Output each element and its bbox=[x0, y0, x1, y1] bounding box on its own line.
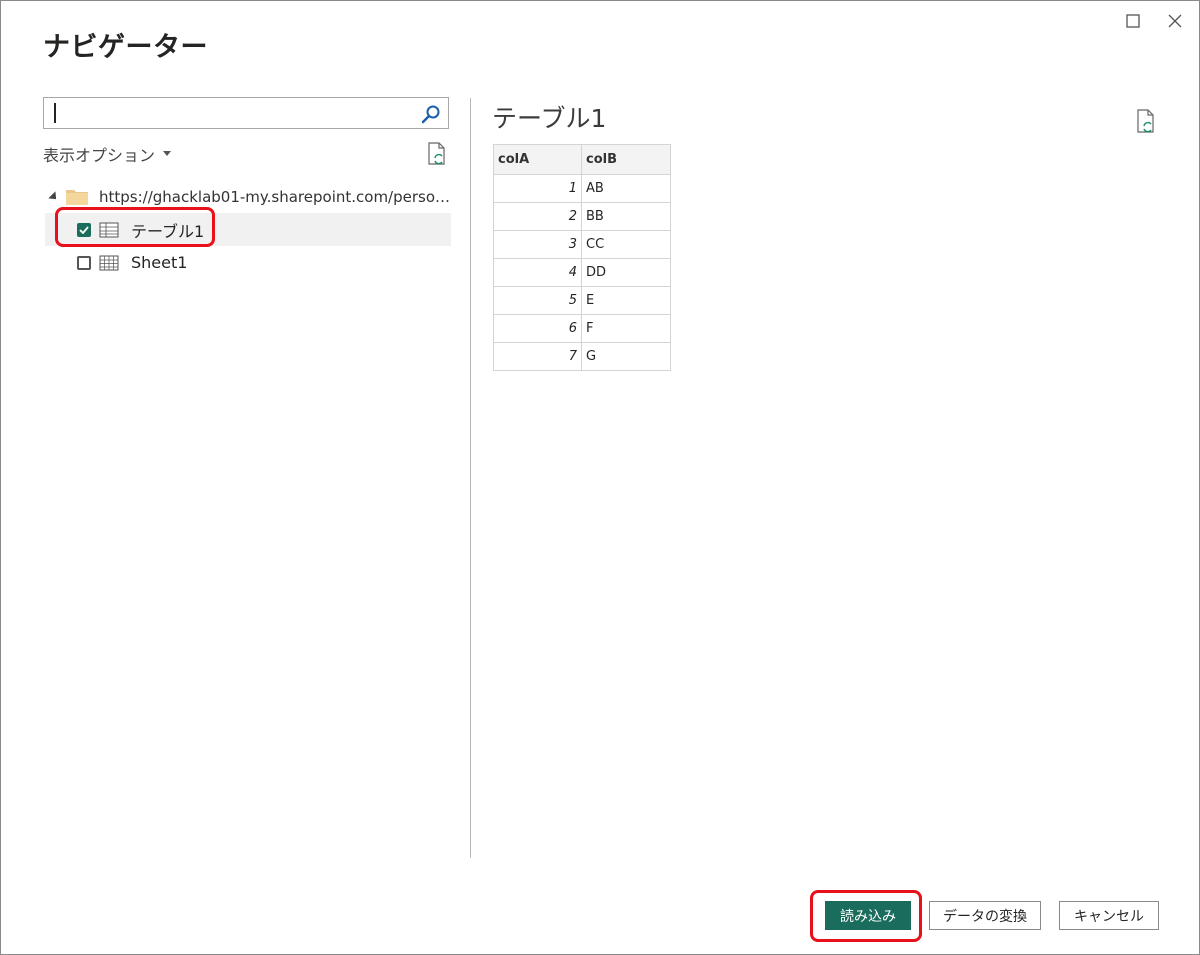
table-row: 1 AB bbox=[493, 174, 671, 203]
table-cell: BB bbox=[581, 202, 671, 231]
table-row: 5E bbox=[493, 286, 671, 315]
table-cell: 4 bbox=[493, 258, 582, 287]
expand-triangle-icon[interactable] bbox=[48, 191, 60, 203]
search-icon[interactable] bbox=[420, 103, 442, 125]
search-input[interactable] bbox=[50, 99, 414, 129]
chevron-down-icon bbox=[163, 151, 172, 156]
navigator-tree: https://ghacklab01-my.sharepoint.com/per… bbox=[45, 181, 451, 279]
checkmark-icon bbox=[79, 225, 89, 234]
folder-icon bbox=[66, 190, 88, 205]
table-header-row: colA colB bbox=[493, 144, 671, 175]
search-box[interactable] bbox=[43, 97, 449, 129]
table-cell: 5 bbox=[493, 286, 582, 315]
table-cell: F bbox=[581, 314, 671, 343]
table-cell: 1 bbox=[493, 174, 582, 203]
table-cell: 6 bbox=[493, 314, 582, 343]
cancel-button[interactable]: キャンセル bbox=[1059, 901, 1159, 930]
column-header: colB bbox=[581, 144, 671, 175]
load-button[interactable]: 読み込み bbox=[825, 901, 911, 930]
table-cell: 2 bbox=[493, 202, 582, 231]
column-header: colA bbox=[493, 144, 582, 175]
table-row: 6F bbox=[493, 314, 671, 343]
table-cell: CC bbox=[581, 230, 671, 259]
window-controls bbox=[1121, 9, 1187, 33]
pane-divider[interactable] bbox=[470, 98, 471, 858]
maximize-icon[interactable] bbox=[1121, 9, 1145, 33]
table-row: 2 BB bbox=[493, 202, 671, 231]
refresh-preview-icon[interactable] bbox=[1135, 109, 1157, 135]
tree-item-sheet1[interactable]: Sheet1 bbox=[45, 246, 451, 279]
table-cell: 7 bbox=[493, 342, 582, 371]
transform-data-button[interactable]: データの変換 bbox=[929, 901, 1041, 930]
display-options-label: 表示オプション bbox=[43, 146, 156, 165]
checkbox-sheet1[interactable] bbox=[77, 255, 91, 270]
table-cell: DD bbox=[581, 258, 671, 287]
display-options-dropdown[interactable]: 表示オプション bbox=[43, 142, 172, 166]
preview-table: colA colB 1 AB 2 BB 3 CC 4 DD 5E 6F 7G bbox=[493, 144, 671, 371]
preview-title: テーブル1 bbox=[492, 104, 607, 133]
tree-root-label: https://ghacklab01-my.sharepoint.com/per… bbox=[99, 188, 451, 206]
navigator-dialog: ナビゲーター 表示オプション https://ghacklab01-my.sha… bbox=[0, 0, 1200, 955]
table-icon bbox=[99, 222, 119, 237]
table-row: 3 CC bbox=[493, 230, 671, 259]
tree-item-table1[interactable]: テーブル1 bbox=[45, 213, 451, 246]
close-icon[interactable] bbox=[1163, 9, 1187, 33]
table-cell: AB bbox=[581, 174, 671, 203]
table-row: 7G bbox=[493, 342, 671, 371]
checkbox-table1[interactable] bbox=[77, 222, 91, 237]
refresh-icon[interactable] bbox=[426, 142, 448, 166]
table-row: 4 DD bbox=[493, 258, 671, 287]
sheet-icon bbox=[99, 255, 119, 270]
tree-root[interactable]: https://ghacklab01-my.sharepoint.com/per… bbox=[45, 181, 451, 213]
tree-item-label: テーブル1 bbox=[131, 221, 205, 241]
text-caret bbox=[54, 103, 56, 123]
tree-item-label: Sheet1 bbox=[131, 253, 188, 272]
table-cell: 3 bbox=[493, 230, 582, 259]
table-cell: G bbox=[581, 342, 671, 371]
dialog-title: ナビゲーター bbox=[43, 32, 208, 63]
table-cell: E bbox=[581, 286, 671, 315]
